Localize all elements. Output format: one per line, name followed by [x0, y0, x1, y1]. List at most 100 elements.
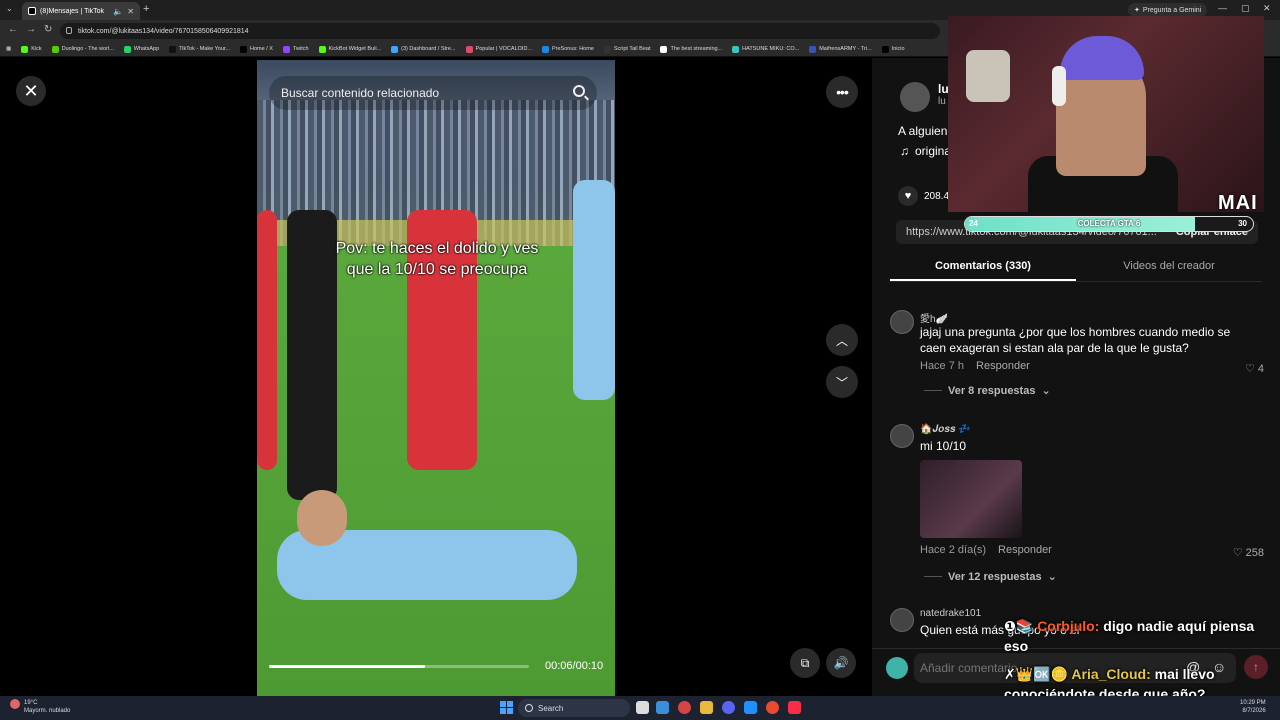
bookmark-icon [465, 45, 473, 53]
bookmark-label: Duolingo - The worl... [61, 46, 114, 52]
comment-meta: Hace 2 día(s) Responder [920, 544, 1052, 556]
comment-username[interactable]: natedrake101 [920, 608, 981, 619]
start-button[interactable] [500, 701, 513, 714]
maximize-button[interactable]: ▢ [1241, 3, 1250, 14]
reload-button[interactable]: ↻ [44, 24, 52, 35]
weather-widget[interactable]: 19°C Mayorm. nublado [10, 699, 70, 715]
author-avatar[interactable] [900, 82, 930, 112]
app-icon[interactable] [744, 701, 757, 714]
close-window-button[interactable]: ✕ [1263, 3, 1271, 14]
view-replies-button[interactable]: Ver 8 respuestas ⌄ [924, 384, 1051, 397]
comment-username[interactable]: 🏠𝑱𝒐𝒔𝒔 💤 [920, 424, 971, 435]
music-app-icon[interactable] [788, 701, 801, 714]
reply-button[interactable]: Responder [976, 360, 1030, 372]
view-replies-button[interactable]: Ver 12 respuestas ⌄ [924, 570, 1057, 583]
video-progress-fill [269, 665, 425, 668]
stream-goal-bar: 24 COLECTA GTA 6 30 [964, 216, 1254, 232]
bookmark-icon [51, 45, 59, 53]
discord-icon[interactable] [722, 701, 735, 714]
bookmark-item[interactable]: MaifrensARMY - Tri... [809, 45, 872, 53]
bookmark-item[interactable]: Inicio [881, 45, 905, 53]
bookmark-icon [881, 45, 889, 53]
bookmark-item[interactable]: Home / X [240, 45, 273, 53]
address-bar[interactable]: tiktok.com/@lukitaas134/video/7670158506… [60, 23, 940, 39]
bookmark-item[interactable]: PreSonus: Home [542, 45, 594, 53]
comment-meta: Hace 7 h Responder [920, 360, 1030, 372]
chrome-icon[interactable] [766, 701, 779, 714]
apps-icon[interactable]: ▦ [6, 46, 11, 52]
comment-time: Hace 7 h [920, 360, 965, 372]
music-row[interactable]: ♫ origina [900, 144, 951, 158]
bookmark-label: KickBot Widget Buil... [328, 46, 382, 52]
bookmark-item[interactable]: Popular | VOCALOID... [465, 45, 532, 53]
author-row[interactable]: lu lu [900, 82, 949, 112]
comment-avatar[interactable] [890, 424, 914, 448]
tab-list-icon[interactable]: ⌄ [6, 4, 13, 13]
forward-button[interactable]: → [26, 24, 36, 35]
bookmark-item[interactable]: WhatsApp [123, 45, 160, 53]
video-player[interactable]: Buscar contenido relacionado Pov: te hac… [257, 60, 615, 696]
bookmark-item[interactable]: KickBot Widget Buil... [318, 45, 382, 53]
app-icon[interactable] [678, 701, 691, 714]
comment-item: 🏠𝑱𝒐𝒔𝒔 💤 mi 10/10 Hace 2 día(s) Responder… [888, 424, 1268, 584]
music-note-icon: ♫ [900, 144, 909, 158]
video-player-blue [573, 180, 615, 400]
browser-tab-active[interactable]: (8)Mensajes | TikTok 🔈 ✕ [22, 2, 140, 20]
close-tab-icon[interactable]: ✕ [127, 7, 134, 16]
bookmark-item[interactable]: Kick [21, 45, 42, 53]
like-button[interactable]: ♥ [898, 186, 918, 206]
like-count: 208.4 [924, 190, 950, 202]
site-info-icon[interactable] [66, 27, 72, 34]
pip-button[interactable]: ⧉ [790, 648, 820, 678]
new-tab-button[interactable]: + [143, 3, 149, 15]
comment-image[interactable] [920, 460, 1022, 538]
video-progress-bar[interactable] [269, 665, 529, 668]
widgets-icon[interactable] [656, 701, 669, 714]
related-search-input[interactable]: Buscar contenido relacionado [269, 76, 597, 110]
previous-video-button[interactable]: ︿ [826, 324, 858, 356]
more-icon: ••• [836, 84, 849, 100]
speaker-icon[interactable]: 🔈 [113, 7, 123, 16]
bookmark-item[interactable]: Twitch [282, 45, 309, 53]
view-replies-label: Ver 8 respuestas [948, 384, 1036, 397]
bookmark-item[interactable]: (3) Dashboard / Stre... [391, 45, 456, 53]
back-button[interactable]: ← [8, 24, 18, 35]
file-explorer-icon[interactable] [700, 701, 713, 714]
taskbar-clock[interactable]: 10:29 PM 8/7/2026 [1240, 699, 1266, 715]
comment-like[interactable]: ♡ 4 [1245, 362, 1264, 375]
tab-comments[interactable]: Comentarios (330) [890, 252, 1076, 281]
close-video-button[interactable]: ✕ [16, 76, 46, 106]
volume-button[interactable]: 🔊 [826, 648, 856, 678]
goal-label: COLECTA GTA 6 [1077, 219, 1141, 228]
weather-desc: Mayorm. nublado [24, 708, 71, 714]
chevron-down-icon: ⌄ [1041, 385, 1051, 397]
next-video-button[interactable]: ﹀ [826, 366, 858, 398]
taskbar-search[interactable]: Search [518, 699, 630, 717]
more-options-button[interactable]: ••• [826, 76, 858, 108]
bookmark-icon [542, 45, 549, 53]
comment-like[interactable]: ♡ 258 [1233, 546, 1264, 559]
bookmark-item[interactable]: TikTok - Make Your... [169, 45, 230, 53]
comment-like-count: 4 [1257, 363, 1264, 375]
comment-avatar[interactable] [890, 310, 914, 334]
bookmark-label: WhatsApp [133, 46, 160, 52]
gemini-button[interactable]: ✦ Pregunta a Gemini [1128, 3, 1208, 17]
comment-username[interactable]: 愛h🪽 [920, 310, 948, 325]
search-icon[interactable] [573, 85, 585, 97]
bookmark-icon [660, 45, 668, 53]
comment-avatar[interactable] [890, 608, 914, 632]
volume-icon: 🔊 [833, 656, 849, 670]
bookmark-item[interactable]: Script Tail Beat [603, 45, 650, 53]
bookmark-item[interactable]: The best streaming... [660, 45, 722, 53]
tab-creator-videos[interactable]: Videos del creador [1076, 252, 1262, 281]
reply-button[interactable]: Responder [998, 544, 1052, 556]
bookmark-item[interactable]: Duolingo - The worl... [51, 45, 114, 53]
replies-divider [924, 576, 942, 577]
caption-line-2: que la 10/10 se preocupa [346, 261, 528, 278]
task-view-icon[interactable] [636, 701, 649, 714]
taskbar-search-label: Search [538, 703, 564, 713]
bookmark-item[interactable]: HATSUNE MIKU: CO... [732, 45, 799, 53]
minimize-button[interactable]: — [1218, 3, 1227, 13]
music-title[interactable]: origina [915, 144, 951, 158]
close-icon: ✕ [23, 80, 39, 101]
